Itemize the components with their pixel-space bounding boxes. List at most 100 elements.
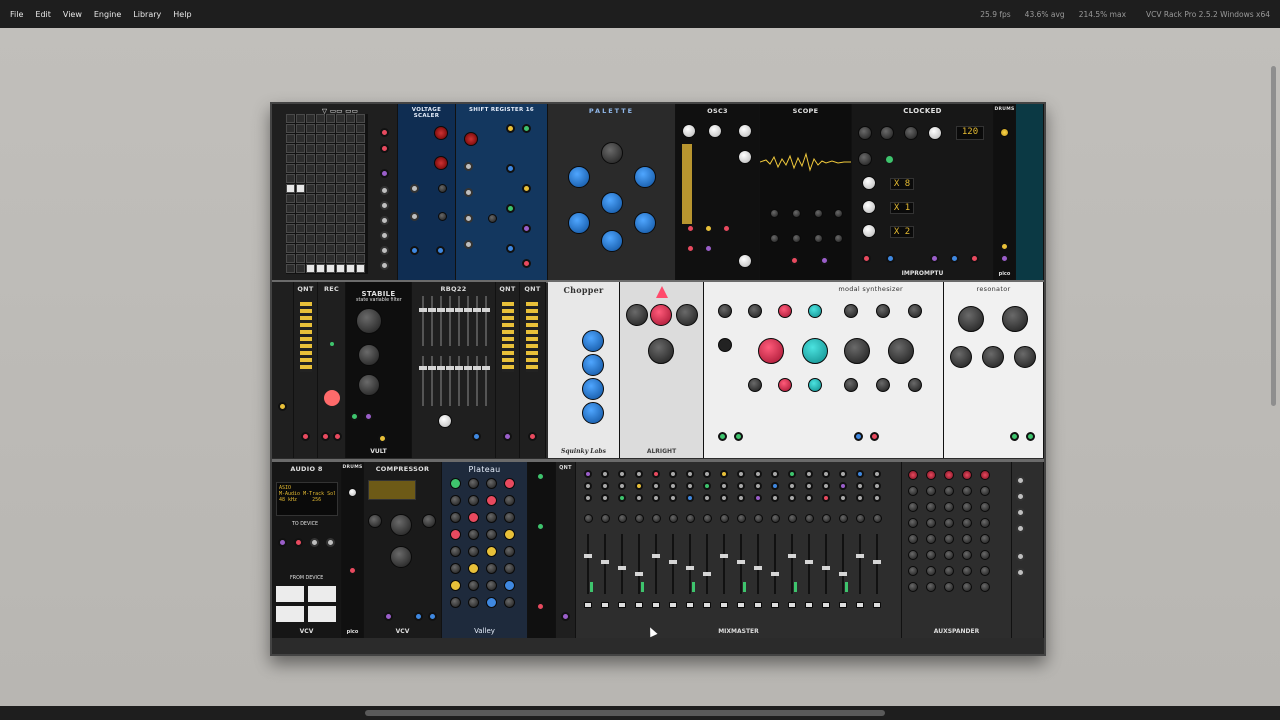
horizontal-scrollbar[interactable] <box>0 706 1280 720</box>
module-poly-aux-cv[interactable] <box>1012 462 1044 638</box>
structure-knob[interactable] <box>1002 306 1028 332</box>
channel-jack[interactable] <box>873 494 881 502</box>
grid-step[interactable] <box>346 154 355 163</box>
grid-step[interactable] <box>336 174 345 183</box>
grid-step[interactable] <box>306 254 315 263</box>
jack[interactable] <box>464 188 473 197</box>
cable-jack[interactable] <box>348 566 357 575</box>
grid-step[interactable] <box>306 144 315 153</box>
grid-step[interactable] <box>356 124 365 133</box>
grid-step[interactable] <box>346 124 355 133</box>
grid-step[interactable] <box>326 194 335 203</box>
knob[interactable] <box>676 304 698 326</box>
brightness-knob[interactable] <box>888 338 914 364</box>
cable-jack[interactable] <box>522 224 531 233</box>
module-stabile[interactable]: STABILE state variable filter VULT <box>346 282 412 458</box>
cable-jack[interactable] <box>704 244 713 253</box>
channel-jack[interactable] <box>703 482 711 490</box>
qnt-scale[interactable] <box>526 302 538 372</box>
aux-knob[interactable] <box>926 470 936 480</box>
input-jack[interactable] <box>410 246 419 255</box>
aux-knob[interactable] <box>980 534 990 544</box>
channel-fader[interactable] <box>873 534 881 594</box>
grid-step[interactable] <box>306 264 315 273</box>
fader-cap[interactable] <box>584 554 592 558</box>
threshold-knob[interactable] <box>390 514 412 536</box>
jack[interactable] <box>310 538 319 547</box>
mute-button[interactable] <box>669 602 677 608</box>
channel-fader[interactable] <box>652 534 660 594</box>
output-port[interactable] <box>276 586 304 602</box>
grid-step[interactable] <box>326 244 335 253</box>
cable-jack[interactable] <box>294 538 303 547</box>
channel-jack[interactable] <box>856 470 864 478</box>
knob[interactable] <box>504 546 515 557</box>
grid-step[interactable] <box>346 114 355 123</box>
grid-step[interactable] <box>336 134 345 143</box>
grid-step[interactable] <box>316 244 325 253</box>
cable-jack[interactable] <box>364 412 373 421</box>
knob[interactable] <box>504 529 515 540</box>
jack[interactable] <box>1016 492 1025 501</box>
reset-jack[interactable] <box>858 152 872 166</box>
grid-step[interactable] <box>356 154 365 163</box>
channel-jack[interactable] <box>618 470 626 478</box>
fader[interactable] <box>437 296 445 346</box>
knob[interactable] <box>468 529 479 540</box>
grid-step[interactable] <box>336 204 345 213</box>
aux-knob[interactable] <box>908 486 918 496</box>
fader[interactable] <box>482 296 490 346</box>
module-compressor[interactable]: COMPRESSOR VCV <box>364 462 442 638</box>
channel-jack[interactable] <box>601 470 609 478</box>
flow-knob[interactable] <box>758 338 784 364</box>
channel-jack[interactable] <box>584 482 592 490</box>
knob[interactable] <box>468 546 479 557</box>
cable-jack[interactable] <box>522 259 531 268</box>
channel-jack[interactable] <box>873 482 881 490</box>
knob[interactable] <box>486 580 497 591</box>
channel-knob[interactable] <box>635 514 644 523</box>
grid-step[interactable] <box>306 114 315 123</box>
fader-cap[interactable] <box>771 572 779 576</box>
fader-cap[interactable] <box>428 366 436 370</box>
module-mixmaster[interactable]: MIXMASTER <box>576 462 902 638</box>
fader[interactable] <box>455 296 463 346</box>
aux-knob[interactable] <box>962 582 972 592</box>
fader[interactable] <box>473 356 481 406</box>
level-knob[interactable] <box>601 230 623 252</box>
fader-cap[interactable] <box>720 554 728 558</box>
grid-step[interactable] <box>336 234 345 243</box>
grid-step[interactable] <box>316 174 325 183</box>
drum-knob[interactable] <box>348 488 357 497</box>
menu-file[interactable]: File <box>4 10 29 19</box>
grid-step[interactable] <box>326 224 335 233</box>
grid-step[interactable] <box>296 144 305 153</box>
channel-jack[interactable] <box>618 494 626 502</box>
fader-cap[interactable] <box>455 366 463 370</box>
mute-button[interactable] <box>856 602 864 608</box>
menu-edit[interactable]: Edit <box>29 10 57 19</box>
grid-step[interactable] <box>286 174 295 183</box>
chance-knob[interactable] <box>488 214 497 223</box>
brightness-knob[interactable] <box>950 346 972 368</box>
knob[interactable] <box>504 563 515 574</box>
cable-jack[interactable] <box>536 522 545 531</box>
menu-view[interactable]: View <box>57 10 88 19</box>
grid-step[interactable] <box>306 164 315 173</box>
main-knob[interactable] <box>648 338 674 364</box>
grid-step[interactable] <box>336 164 345 173</box>
limit-b-knob[interactable] <box>438 212 447 221</box>
cable-jack[interactable] <box>862 254 871 263</box>
grid-step[interactable] <box>326 204 335 213</box>
channel-fader[interactable] <box>720 534 728 594</box>
cable-jack[interactable] <box>333 432 342 441</box>
channel-jack[interactable] <box>669 494 677 502</box>
channel-jack[interactable] <box>822 470 830 478</box>
grid-step[interactable] <box>306 174 315 183</box>
channel-fader[interactable] <box>737 534 745 594</box>
cable-jack[interactable] <box>722 224 731 233</box>
grid-step[interactable] <box>316 234 325 243</box>
cable-jack[interactable] <box>686 244 695 253</box>
frequency-knob[interactable] <box>958 306 984 332</box>
cable-jack[interactable] <box>414 612 423 621</box>
